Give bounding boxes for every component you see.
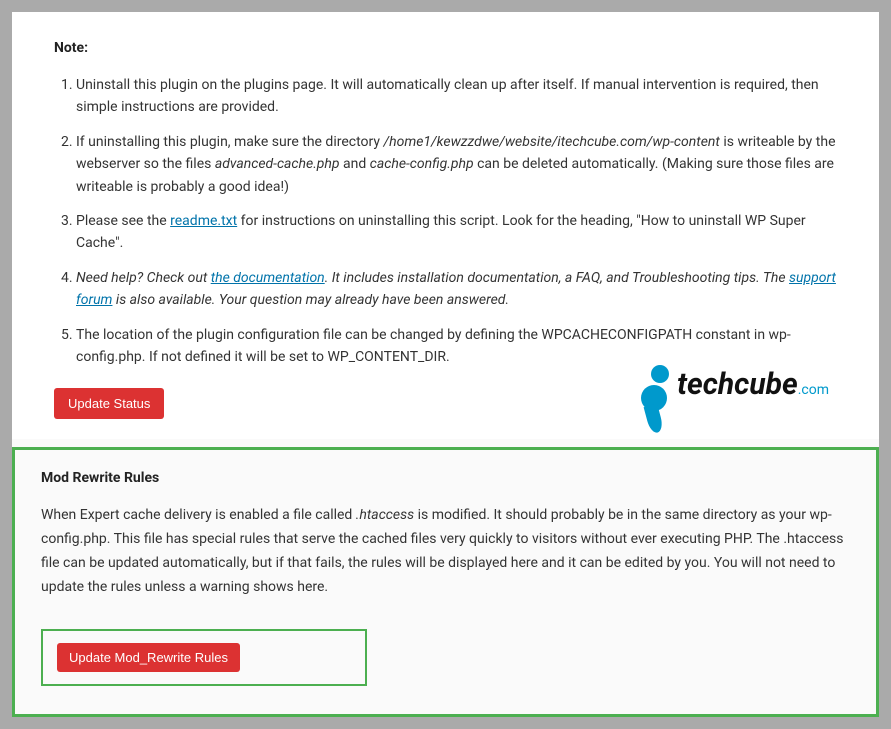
mod-rewrite-description: When Expert cache delivery is enabled a …	[41, 504, 850, 599]
update-rules-container: Update Mod_Rewrite Rules	[41, 629, 367, 686]
note-item-1: Uninstall this plugin on the plugins pag…	[76, 74, 837, 119]
readme-link[interactable]: readme.txt	[170, 213, 237, 229]
update-mod-rewrite-button[interactable]: Update Mod_Rewrite Rules	[57, 643, 240, 672]
mod-rewrite-section: Mod Rewrite Rules When Expert cache deli…	[12, 447, 879, 717]
note-item-2: If uninstalling this plugin, make sure t…	[76, 131, 837, 198]
note-item-3: Please see the readme.txt for instructio…	[76, 210, 837, 255]
logo-text: techcube.com	[677, 367, 829, 402]
note-item-4: Need help? Check out the documentation. …	[76, 267, 837, 312]
itechcube-logo: techcube.com	[633, 367, 829, 402]
documentation-link[interactable]: the documentation	[211, 270, 325, 286]
note-heading: Note:	[54, 40, 837, 56]
logo-dot-icon	[651, 365, 669, 383]
note-list: Uninstall this plugin on the plugins pag…	[54, 74, 837, 368]
note-item-5: The location of the plugin configuration…	[76, 324, 837, 369]
mod-rewrite-heading: Mod Rewrite Rules	[41, 470, 850, 486]
update-status-button[interactable]: Update Status	[54, 388, 164, 419]
